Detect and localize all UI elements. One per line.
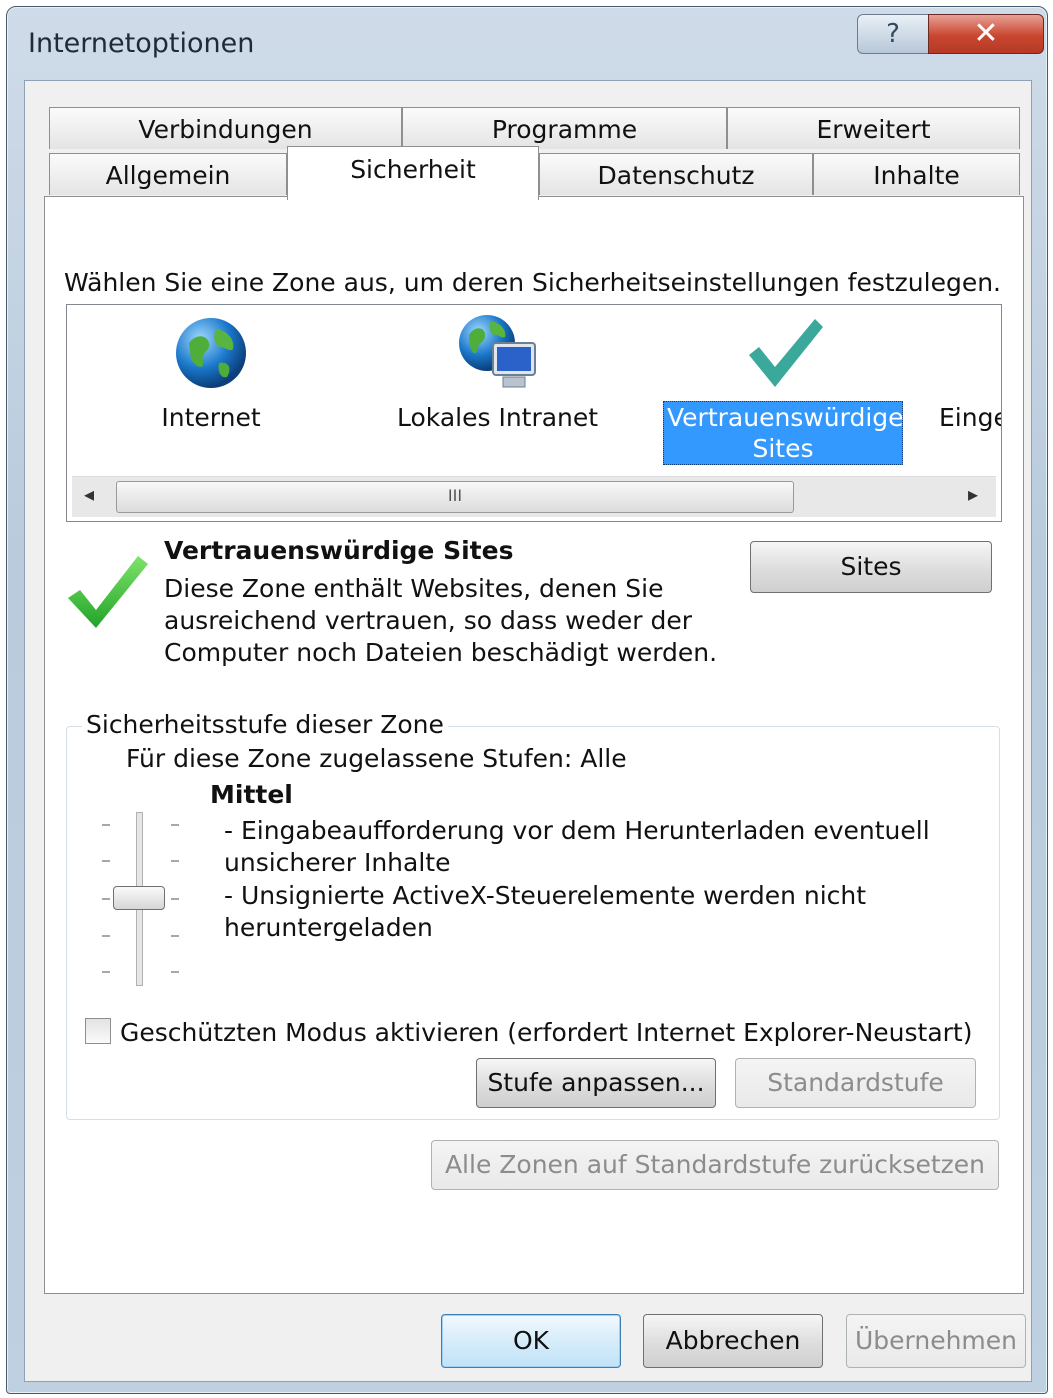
ok-button[interactable]: OK [441, 1314, 621, 1368]
slider-tick [171, 971, 179, 973]
zone-label-trusted-sites[interactable]: Vertrauenswürdige Sites [663, 401, 904, 465]
tab-erweitert[interactable]: Erweitert [727, 107, 1020, 149]
zone-label-intranet: Lokales Intranet [397, 403, 599, 432]
slider-tick [102, 860, 110, 862]
zone-label-trusted-line2: Sites [752, 434, 814, 463]
protected-mode-label[interactable]: Geschützten Modus aktivieren (erfordert … [120, 1018, 973, 1047]
cancel-button[interactable]: Abbrechen [643, 1314, 823, 1368]
intranet-icon [455, 313, 541, 395]
level-desc-line2: unsicherer Inhalte [224, 848, 451, 877]
zone-title: Vertrauenswürdige Sites [164, 536, 514, 565]
custom-level-button[interactable]: Stufe anpassen... [476, 1058, 716, 1108]
slider-tick [102, 824, 110, 826]
level-desc-line4: heruntergeladen [224, 913, 433, 942]
tab-datenschutz[interactable]: Datenschutz [539, 153, 813, 195]
scroll-left-arrow-icon[interactable]: ◂ [84, 482, 94, 506]
slider-tick [102, 898, 110, 900]
default-level-button[interactable]: Standardstufe [735, 1058, 976, 1108]
protected-mode-checkbox[interactable] [85, 1018, 111, 1044]
trusted-zone-check-icon [66, 554, 150, 630]
slider-tick [102, 935, 110, 937]
apply-button[interactable]: Übernehmen [846, 1314, 1026, 1368]
scrollbar-grip-icon: III [447, 486, 463, 505]
zone-instruction: Wählen Sie eine Zone aus, um deren Siche… [64, 268, 1001, 297]
tab-programme[interactable]: Programme [402, 107, 727, 149]
tab-inhalte[interactable]: Inhalte [813, 153, 1020, 195]
window-title: Internetoptionen [28, 28, 255, 59]
security-level-group-title: Sicherheitsstufe dieser Zone [82, 710, 448, 739]
level-desc-line3: - Unsignierte ActiveX-Steuerelemente wer… [224, 881, 867, 910]
zone-label-internet: Internet [161, 403, 261, 432]
checkmark-icon [745, 315, 825, 391]
slider-tick [102, 971, 110, 973]
zone-desc-line1: Diese Zone enthält Websites, denen Sie [164, 574, 664, 603]
security-level-name: Mittel [210, 780, 293, 809]
close-button[interactable]: ✕ [928, 14, 1044, 54]
level-desc-line1: - Eingabeaufforderung vor dem Herunterla… [224, 816, 930, 845]
reset-all-zones-button[interactable]: Alle Zonen auf Standardstufe zurücksetze… [431, 1140, 999, 1190]
scrollbar-thumb[interactable]: III [116, 481, 794, 513]
slider-tick [171, 898, 179, 900]
scroll-right-arrow-icon[interactable]: ▸ [968, 482, 978, 506]
zone-label-trusted-line1: Vertrauenswürdige [667, 403, 904, 432]
allowed-levels-text: Für diese Zone zugelassene Stufen: Alle [126, 744, 627, 773]
sites-button[interactable]: Sites [750, 541, 992, 593]
globe-icon [173, 315, 249, 391]
zone-desc-line3: Computer noch Dateien beschädigt werden. [164, 638, 718, 667]
zone-desc-line2: ausreichend vertrauen, so dass weder der [164, 606, 692, 635]
slider-tick [171, 935, 179, 937]
security-level-slider-thumb[interactable] [113, 886, 165, 910]
tab-allgemein[interactable]: Allgemein [49, 153, 287, 195]
help-button[interactable]: ? [857, 14, 929, 54]
tab-sicherheit[interactable]: Sicherheit [287, 146, 539, 200]
zone-label-restricted: Einge [939, 403, 1002, 432]
tab-verbindungen[interactable]: Verbindungen [49, 107, 402, 149]
slider-tick [171, 860, 179, 862]
slider-tick [171, 824, 179, 826]
